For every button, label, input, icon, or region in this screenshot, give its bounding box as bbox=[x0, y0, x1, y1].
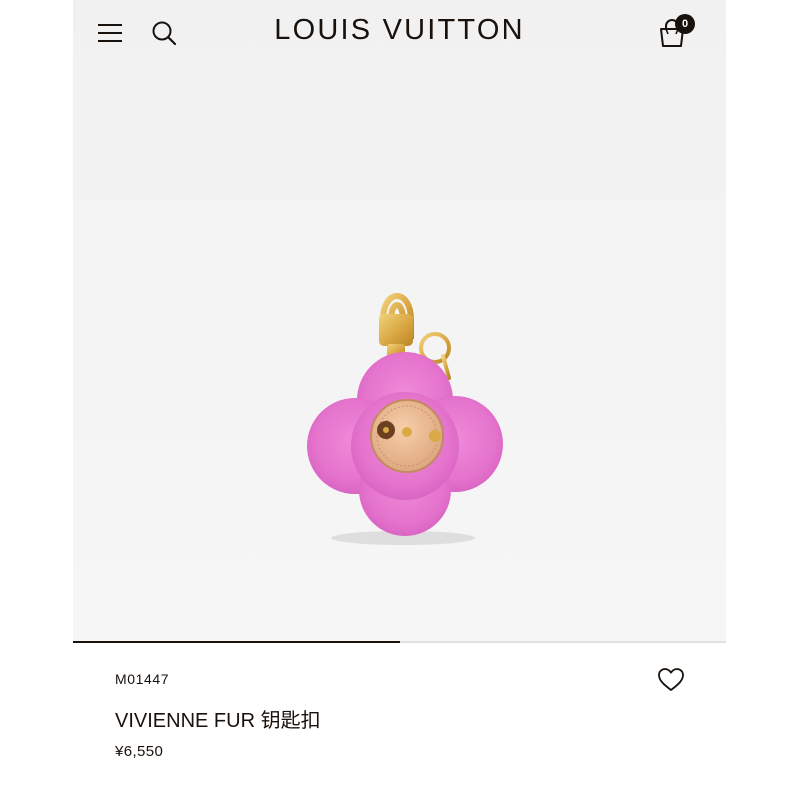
product-gallery[interactable]: LOUIS VUITTON 0 bbox=[73, 0, 726, 643]
leather-medallion bbox=[370, 399, 444, 473]
gallery-progress-track bbox=[73, 641, 726, 643]
wishlist-button[interactable] bbox=[657, 666, 685, 694]
cart-button[interactable]: 0 bbox=[653, 14, 695, 50]
brand-logo[interactable]: LOUIS VUITTON bbox=[73, 14, 726, 47]
gallery-progress-fill bbox=[73, 641, 400, 643]
product-sku: M01447 bbox=[115, 671, 170, 687]
product-image[interactable] bbox=[283, 270, 523, 560]
top-navigation: LOUIS VUITTON 0 bbox=[73, 0, 726, 66]
heart-outline-icon bbox=[658, 668, 684, 691]
product-price: ¥6,550 bbox=[115, 743, 164, 760]
cart-count-badge: 0 bbox=[675, 14, 695, 34]
product-name: VIVIENNE FUR 钥匙扣 bbox=[115, 710, 321, 732]
product-page: LOUIS VUITTON 0 M01447 VIVIENNE FUR 钥匙扣 … bbox=[73, 0, 726, 800]
